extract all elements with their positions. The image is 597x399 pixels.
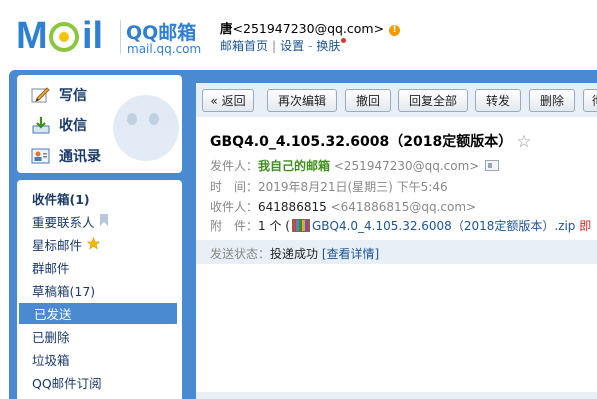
folder-label: 重要联系人 <box>32 215 95 230</box>
bookmark-icon <box>99 214 108 229</box>
star-toggle-icon[interactable]: ☆ <box>516 132 531 152</box>
mail-time: 时 间：2019年8月21日(星期三) 下午5:46 <box>210 178 448 195</box>
folder-subscriptions[interactable]: QQ邮件订阅 <box>17 372 182 393</box>
folder-label: 草稿箱(17) <box>32 284 96 299</box>
delivery-status: 发送状态：投递成功 [查看详情] <box>210 245 379 262</box>
notification-dot-icon <box>341 38 347 43</box>
attachment-link[interactable]: GBQ4.0_4.105.32.6008（2018定额版本）.zip <box>312 219 575 233</box>
recall-button[interactable]: 撤回 <box>345 89 391 112</box>
folder-label: 已删除 <box>32 330 70 345</box>
time-value: 2019年8月21日(星期三) 下午5:46 <box>258 180 448 194</box>
inbox-download-icon <box>31 116 51 134</box>
receive-button[interactable]: 收信 <box>17 110 182 140</box>
compose-label: 写信 <box>59 88 87 104</box>
attach-label: 附 件： <box>210 219 259 233</box>
warning-badge-icon[interactable]: ! <box>389 25 401 36</box>
folder-drafts[interactable]: 草稿箱(17) <box>17 280 182 301</box>
forward-button[interactable]: 转发 <box>475 89 521 112</box>
attach-trail: 即 <box>579 219 592 233</box>
contacts-icon <box>31 147 51 165</box>
link-separator: - <box>308 39 313 53</box>
folder-label: 垃圾箱 <box>32 353 70 368</box>
folder-deleted[interactable]: 已删除 <box>17 326 182 347</box>
folder-label: 已发送 <box>34 307 72 322</box>
mail-footer-band <box>196 392 597 399</box>
folder-inbox[interactable]: 收件箱(1) <box>17 188 182 209</box>
to-email: <641886815@qq.com> <box>330 200 477 214</box>
receive-label: 收信 <box>59 118 87 134</box>
header: M il QQ邮箱 mail.qq.com 唐<251947230@qq.com… <box>0 0 597 70</box>
contacts-label: 通讯录 <box>59 149 101 165</box>
folder-label: 群邮件 <box>32 261 70 276</box>
to-label: 收件人： <box>210 200 259 214</box>
folder-vip-contacts[interactable]: 重要联系人 <box>17 211 182 232</box>
compose-panel: 写信 收信 通讯录 <box>17 75 182 173</box>
folder-label: 收件箱(1) <box>32 192 90 207</box>
mail-to: 收件人：641886815 <641886815@qq.com> <box>210 198 476 215</box>
user-links: 邮箱首页 | 设置 - 换肤 <box>220 37 347 54</box>
status-value: 投递成功 <box>270 247 319 261</box>
link-change-skin[interactable]: 换肤 <box>316 39 340 53</box>
subject-text: GBQ4.0_4.105.32.6008（2018定额版本） <box>210 134 513 150</box>
logo-url: mail.qq.com <box>127 42 202 56</box>
mail-read-pane: « 返回 再次编辑 撤回 回复全部 转发 删除 彻 GBQ4.0_4.105.3… <box>196 83 597 399</box>
mail-subject: GBQ4.0_4.105.32.6008（2018定额版本） ☆ <box>210 131 531 152</box>
mail-from: 发件人：我自己的邮箱 <251947230@qq.com> <box>210 157 500 174</box>
link-settings[interactable]: 设置 <box>280 39 304 53</box>
star-icon <box>86 236 101 253</box>
folder-panel: 收件箱(1) 重要联系人 星标邮件 群邮件 草稿箱(17) 已发送 已删除 垃圾… <box>17 180 182 399</box>
from-email: <251947230@qq.com> <box>333 159 480 173</box>
view-details-link[interactable]: [查看详情] <box>322 247 379 261</box>
link-mail-home[interactable]: 邮箱首页 <box>220 39 268 53</box>
delete-button[interactable]: 删除 <box>529 89 575 112</box>
link-separator: | <box>272 39 277 53</box>
reply-all-button[interactable]: 回复全部 <box>398 89 468 112</box>
status-label: 发送状态： <box>210 247 271 261</box>
back-button[interactable]: « 返回 <box>202 89 254 112</box>
folder-spam[interactable]: 垃圾箱 <box>17 349 182 370</box>
folder-label: QQ邮件订阅 <box>32 376 102 391</box>
compose-button[interactable]: 写信 <box>17 80 182 110</box>
folder-sent[interactable]: 已发送 <box>19 303 177 324</box>
delivery-status-bar: 发送状态：投递成功 [查看详情] <box>196 240 597 264</box>
folder-starred[interactable]: 星标邮件 <box>17 234 182 255</box>
mail-body <box>196 264 597 392</box>
folder-label: 星标邮件 <box>32 238 83 253</box>
mail-toolbar: « 返回 再次编辑 撤回 回复全部 转发 删除 彻 <box>196 83 597 117</box>
contact-card-icon[interactable] <box>485 160 500 171</box>
logo-divider <box>120 20 121 54</box>
to-name[interactable]: 641886815 <box>258 200 327 214</box>
user-info: 唐<251947230@qq.com>! <box>220 18 401 37</box>
contacts-button[interactable]: 通讯录 <box>17 141 182 171</box>
logo-o-icon <box>49 22 79 52</box>
zip-archive-icon <box>291 219 310 232</box>
reedit-button[interactable]: 再次编辑 <box>267 89 337 112</box>
qqmail-logo[interactable]: M il QQ邮箱 mail.qq.com <box>16 14 226 62</box>
folder-group-mail[interactable]: 群邮件 <box>17 257 182 278</box>
user-name: 唐 <box>220 21 233 36</box>
logo-title: QQ邮箱 <box>126 22 197 44</box>
mail-attachments: 附 件：1 个 ( GBQ4.0_4.105.32.6008（2018定额版本）.… <box>210 217 591 234</box>
pencil-icon <box>31 86 51 104</box>
from-label: 发件人： <box>210 159 259 173</box>
from-name[interactable]: 我自己的邮箱 <box>258 159 330 173</box>
time-label: 时 间： <box>210 180 259 194</box>
attach-count: 1 个 ( <box>258 219 290 233</box>
user-email: <251947230@qq.com> <box>232 21 385 36</box>
logo-letter-m: M <box>16 15 48 57</box>
logo-letters-il: il <box>82 15 104 57</box>
more-button[interactable]: 彻 <box>583 89 597 112</box>
